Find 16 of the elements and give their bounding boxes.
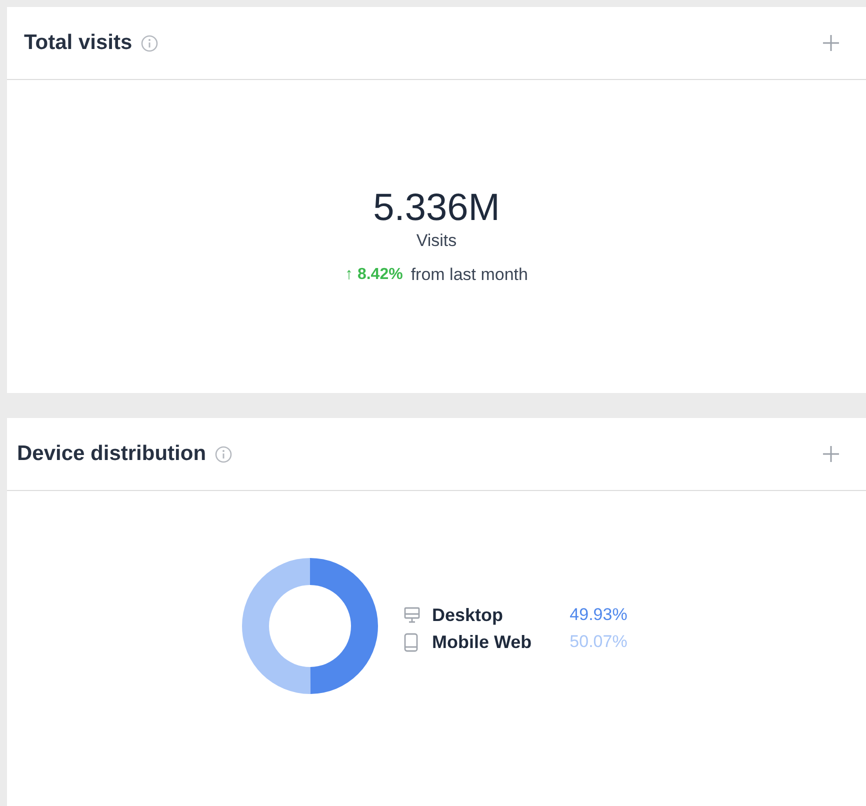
device-share: 49.93% [570,605,628,625]
info-icon[interactable] [141,34,158,52]
change-note: from last month [410,265,528,286]
add-icon[interactable] [822,445,840,463]
visits-value: 5.336M [373,188,500,230]
phone-icon [404,632,418,652]
visits-unit: Visits [416,231,457,252]
device-share: 50.07% [570,632,628,652]
change-percent: ↑ 8.42% [345,266,403,284]
desktop-icon [404,606,420,624]
device-label: Desktop [432,604,504,626]
add-icon[interactable] [822,34,840,52]
card-title: Total visits [24,31,132,55]
device-label: Mobile Web [432,632,532,652]
card-title: Device distribution [17,442,206,466]
info-icon[interactable] [215,446,232,462]
